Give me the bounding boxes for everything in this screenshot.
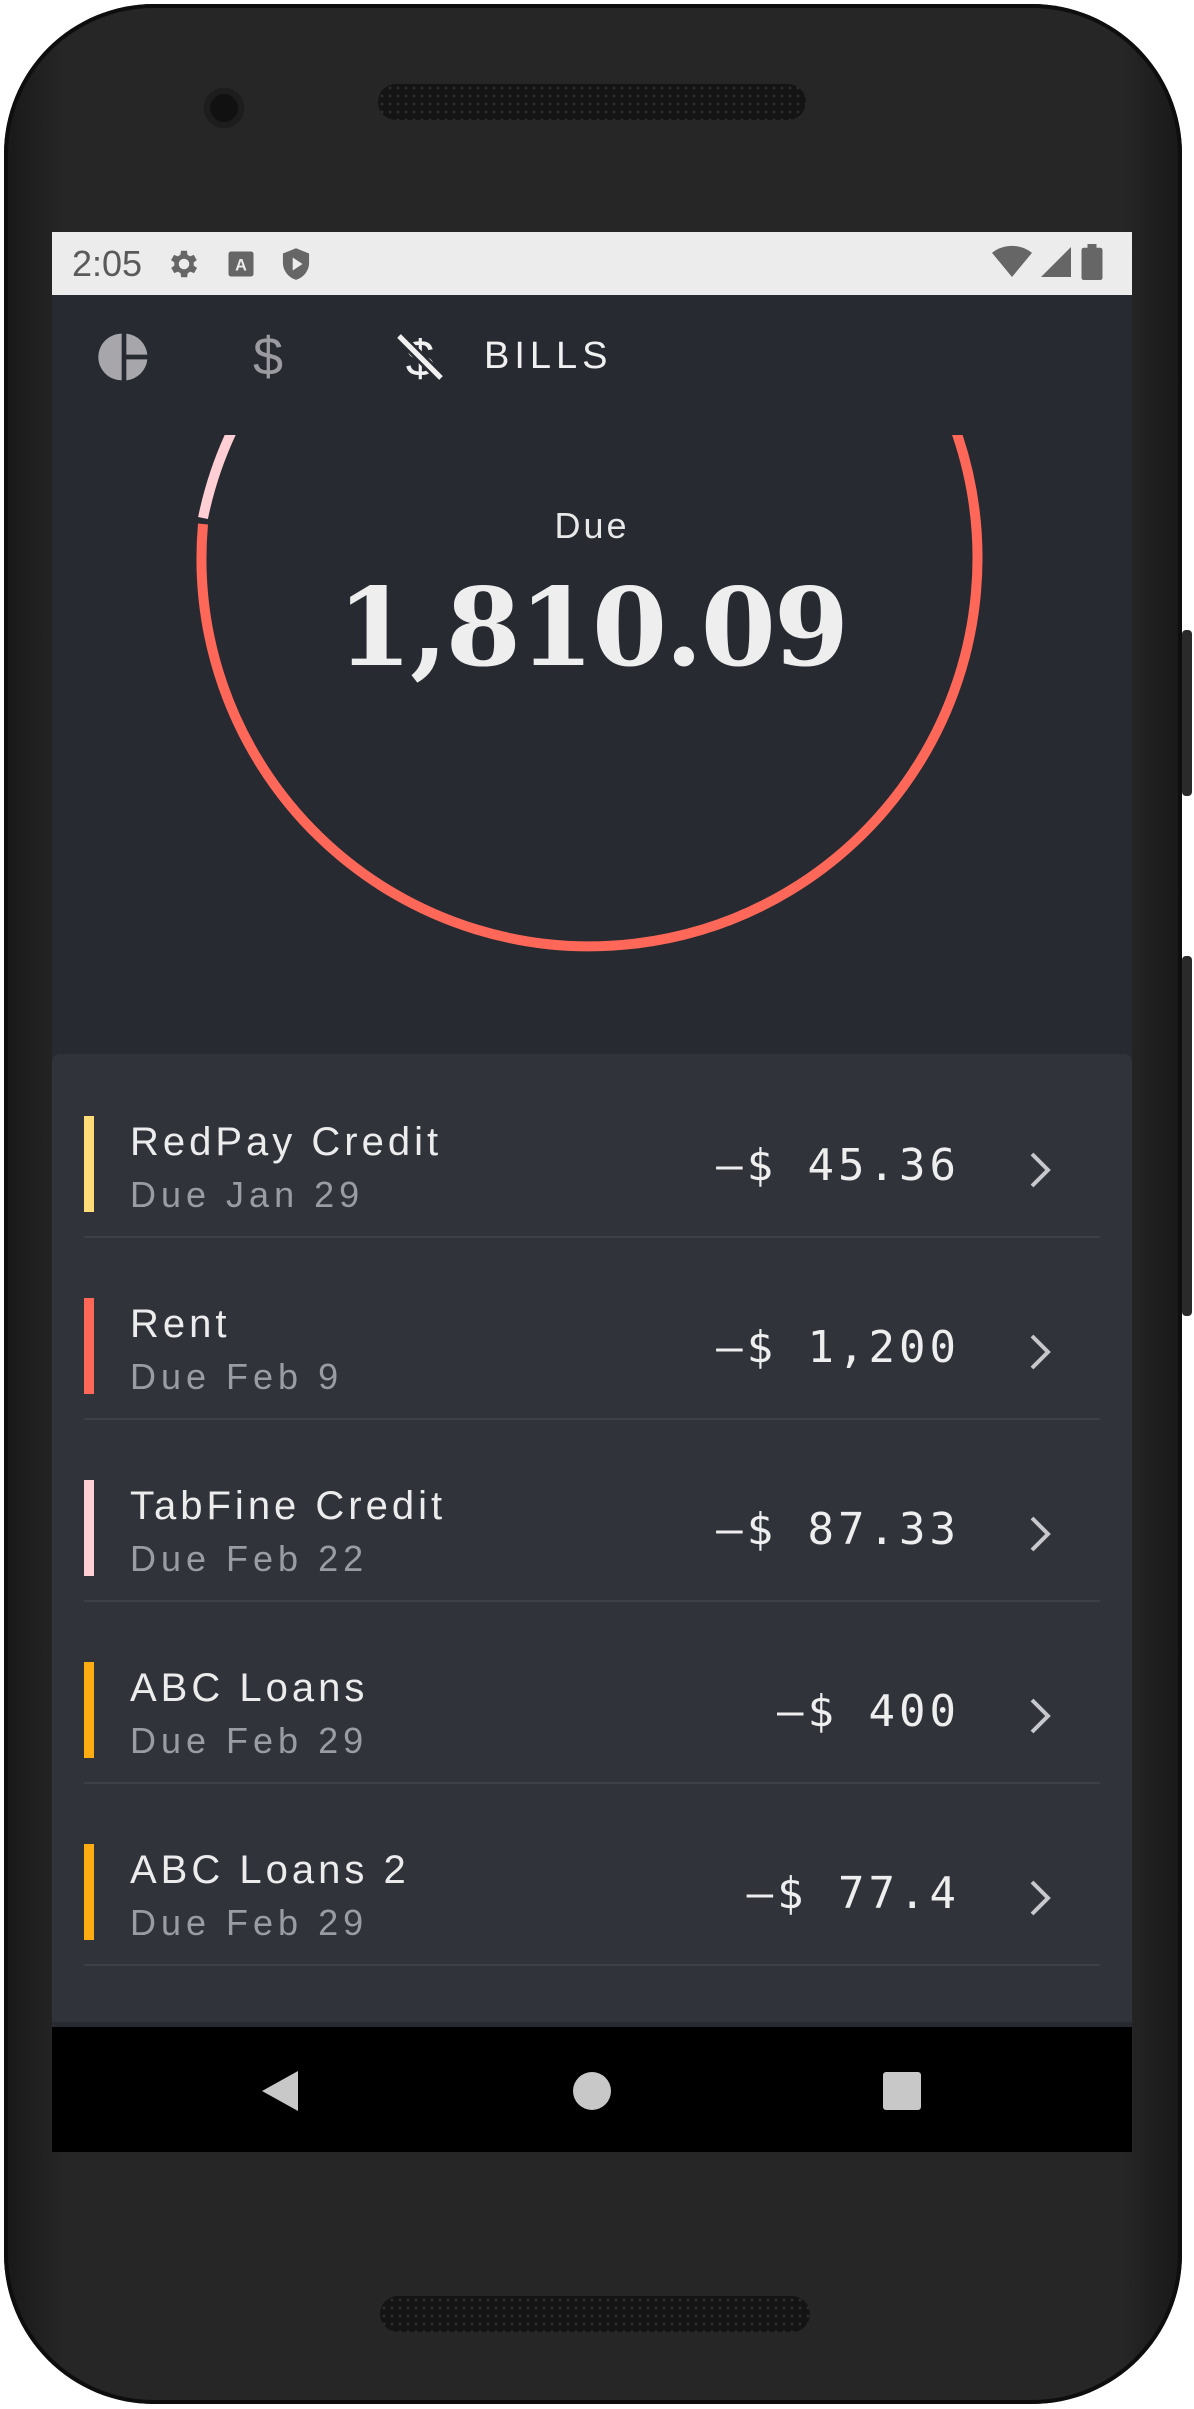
bill-name: ABC Loans 2 [130, 1848, 410, 1892]
top-speaker [378, 84, 806, 120]
bill-name: RedPay Credit [130, 1120, 443, 1164]
list-item[interactable]: TabFine Credit Due Feb 22 –$ 87.33 [84, 1418, 1100, 1602]
bill-amount: –$ 77.4 [746, 1868, 960, 1919]
volume-button [1182, 956, 1192, 1316]
wifi-icon [992, 245, 1032, 277]
system-nav-bar [52, 2027, 1132, 2152]
bill-name: Rent [130, 1302, 231, 1346]
pie-chart-icon [98, 333, 148, 381]
bill-due-date: Due Feb 9 [130, 1356, 344, 1397]
chevron-right-icon[interactable] [1028, 1878, 1052, 1918]
status-bar: 2:05 A [52, 232, 1132, 295]
home-icon [573, 2072, 611, 2110]
bill-color-bar [84, 1298, 94, 1394]
list-item[interactable]: RedPay Credit Due Jan 29 –$ 45.36 [84, 1054, 1100, 1238]
bill-color-bar [84, 1116, 94, 1212]
status-right-icons [992, 244, 1104, 280]
due-label: Due [554, 505, 630, 546]
list-item[interactable]: ABC Loans Due Feb 29 –$ 400 [84, 1600, 1100, 1784]
keyboard-a-icon: A [226, 249, 256, 279]
bill-color-bar [84, 1844, 94, 1940]
svg-text:A: A [235, 256, 247, 274]
no-dollar-icon: $ [395, 330, 445, 385]
shield-play-icon [280, 247, 312, 281]
tab-bills-label[interactable]: BILLS [484, 335, 613, 378]
bill-due-date: Due Feb 29 [130, 1902, 369, 1943]
bill-amount: –$ 87.33 [716, 1504, 960, 1555]
signal-icon [1041, 247, 1071, 277]
front-camera [204, 88, 244, 128]
bill-amount: –$ 400 [777, 1686, 960, 1737]
chevron-right-icon[interactable] [1028, 1150, 1052, 1190]
bill-name: ABC Loans [130, 1666, 369, 1710]
bill-name: TabFine Credit [130, 1484, 447, 1528]
due-amount: 1,810.09 [336, 565, 849, 691]
bottom-speaker [380, 2296, 810, 2332]
recents-icon [883, 2072, 921, 2110]
status-time: 2:05 [72, 242, 143, 284]
bill-due-date: Due Feb 29 [130, 1720, 369, 1761]
bill-amount: –$ 45.36 [716, 1140, 960, 1191]
list-item[interactable]: ABC Loans 2 Due Feb 29 –$ 77.4 [84, 1782, 1100, 1966]
back-button[interactable] [250, 2061, 310, 2121]
home-button[interactable] [562, 2061, 622, 2121]
gear-icon [166, 246, 202, 282]
chevron-right-icon[interactable] [1028, 1332, 1052, 1372]
tab-bar: $ $ BILLS [52, 295, 1132, 435]
bill-color-bar [84, 1480, 94, 1576]
app-screen: 2:05 A $ $ [52, 232, 1132, 2152]
list-item[interactable]: Rent Due Feb 9 –$ 1,200 [84, 1236, 1100, 1420]
chevron-right-icon[interactable] [1028, 1696, 1052, 1736]
tab-accounts[interactable]: $ [238, 327, 298, 387]
bill-amount: –$ 1,200 [716, 1322, 960, 1373]
recents-button[interactable] [872, 2061, 932, 2121]
dollar-icon: $ [252, 327, 284, 387]
tab-overview[interactable] [94, 327, 154, 387]
bill-due-date: Due Jan 29 [130, 1174, 365, 1215]
power-button [1182, 630, 1192, 796]
bill-due-date: Due Feb 22 [130, 1538, 369, 1579]
bill-color-bar [84, 1662, 94, 1758]
tab-bills[interactable]: $ [390, 327, 450, 387]
battery-icon [1081, 244, 1103, 280]
back-icon [262, 2071, 298, 2111]
chevron-right-icon[interactable] [1028, 1514, 1052, 1554]
bills-list: RedPay Credit Due Jan 29 –$ 45.36 Rent D… [52, 1054, 1132, 2022]
